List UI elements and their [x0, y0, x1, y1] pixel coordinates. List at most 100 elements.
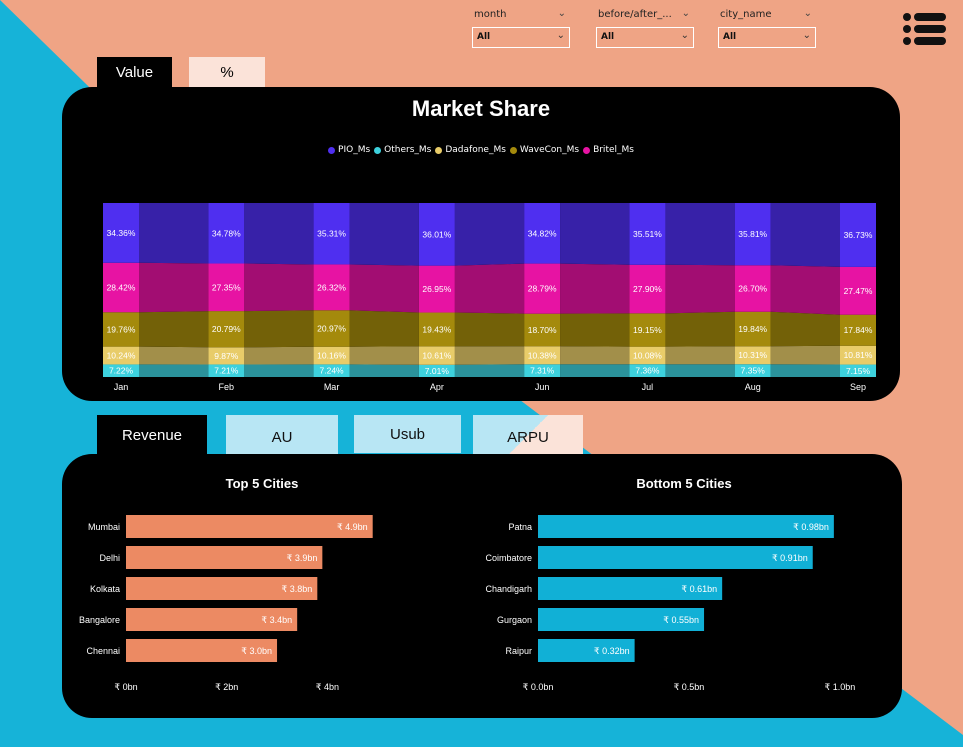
ribbon-wavecon_ms — [560, 313, 630, 347]
ribbon-pio_ms — [139, 203, 209, 264]
dropdown-value: All — [723, 32, 737, 42]
tab-au[interactable]: AU — [226, 415, 338, 455]
ribbon-britel_ms — [349, 264, 419, 313]
x-axis-label: Mar — [324, 382, 340, 392]
data-label: 7.35% — [741, 366, 766, 376]
market-share-area-chart: 7.22% 10.24% 19.76% 28.42% 34.36% Jan 7.21% 9.8… — [103, 203, 876, 392]
data-label: 26.70% — [738, 284, 767, 294]
ribbon-dadafone_ms — [770, 345, 840, 365]
ribbon-dadafone_ms — [560, 346, 630, 365]
dropdown-month[interactable]: All ⌄ — [472, 27, 570, 48]
x-axis-label: Sep — [850, 382, 866, 392]
ribbon-pio_ms — [560, 203, 630, 265]
data-label: 10.16% — [317, 351, 346, 361]
data-label: 9.87% — [214, 351, 239, 361]
data-label: 34.36% — [107, 228, 136, 238]
ribbon-others_ms — [665, 364, 735, 377]
ribbon-others_ms — [770, 364, 840, 377]
data-label: 18.70% — [528, 325, 557, 335]
ribbon-wavecon_ms — [454, 312, 525, 347]
ribbon-wavecon_ms — [244, 310, 314, 348]
ribbon-others_ms — [454, 364, 525, 377]
ribbon-pio_ms — [770, 203, 840, 267]
city-label: Coimbatore — [485, 553, 532, 563]
x-axis-label: Feb — [219, 382, 235, 392]
ribbon-dadafone_ms — [139, 346, 209, 365]
dropdown-value: All — [477, 32, 491, 42]
data-label: 35.31% — [317, 229, 346, 239]
data-label: 7.24% — [320, 366, 345, 376]
data-label: 27.47% — [844, 286, 873, 296]
x-tick-label: ₹ 2bn — [215, 682, 238, 692]
chevron-down-icon: ⌄ — [680, 30, 689, 41]
city-label: Chennai — [86, 646, 120, 656]
city-label: Raipur — [505, 646, 532, 656]
dropdown-before-after[interactable]: All ⌄ — [596, 27, 694, 48]
x-tick-label: ₹ 0bn — [114, 682, 137, 692]
bar-data-label: ₹ 3.0bn — [241, 646, 272, 656]
city-label: Mumbai — [88, 522, 120, 532]
slicer-label: month — [474, 9, 507, 20]
top-city-bar — [126, 515, 373, 538]
city-label: Gurgaon — [497, 615, 532, 625]
x-axis-label: Jul — [642, 382, 654, 392]
data-label: 7.15% — [846, 366, 871, 376]
data-label: 7.31% — [530, 366, 555, 376]
data-label: 7.21% — [214, 366, 239, 376]
chevron-down-icon: ⌄ — [557, 8, 566, 19]
ribbon-wavecon_ms — [770, 311, 840, 347]
ribbon-britel_ms — [665, 264, 735, 314]
ribbon-britel_ms — [244, 263, 314, 312]
bar-data-label: ₹ 3.8bn — [282, 584, 313, 594]
data-label: 35.51% — [633, 229, 662, 239]
data-label: 19.84% — [738, 324, 767, 334]
bar-data-label: ₹ 0.55bn — [663, 615, 699, 625]
data-label: 34.78% — [212, 228, 241, 238]
ribbon-britel_ms — [454, 263, 525, 314]
cities-bar-charts: ₹ 4.9bn Mumbai ₹ 3.9bn Delhi ₹ 3.8bn Kolkata ₹… — [79, 515, 855, 692]
data-label: 20.97% — [317, 323, 346, 333]
bar-data-label: ₹ 3.4bn — [261, 615, 292, 625]
ribbon-others_ms — [560, 364, 630, 377]
ribbon-britel_ms — [139, 262, 209, 313]
data-label: 10.31% — [738, 350, 767, 360]
ribbon-dadafone_ms — [244, 346, 314, 365]
tab-value[interactable]: Value — [97, 57, 172, 87]
tab-percent[interactable]: % — [189, 57, 265, 87]
dropdown-value: All — [601, 32, 615, 42]
ribbon-pio_ms — [665, 203, 735, 266]
bar-data-label: ₹ 0.98bn — [793, 522, 829, 532]
tab-revenue[interactable]: Revenue — [97, 415, 207, 455]
data-label: 17.84% — [844, 325, 873, 335]
ribbon-britel_ms — [770, 265, 840, 315]
bottom-city-bar — [538, 515, 834, 538]
city-label: Kolkata — [90, 584, 120, 594]
tab-usub[interactable]: Usub — [354, 415, 461, 453]
ribbon-dadafone_ms — [349, 346, 419, 365]
dropdown-city-name[interactable]: All ⌄ — [718, 27, 816, 48]
data-label: 10.24% — [107, 351, 136, 361]
chevron-down-icon: ⌄ — [681, 8, 690, 19]
x-axis-label: Jun — [535, 382, 550, 392]
x-axis-label: Jan — [114, 382, 129, 392]
data-label: 10.08% — [633, 350, 662, 360]
data-label: 7.36% — [635, 366, 660, 376]
data-label: 36.73% — [844, 230, 873, 240]
x-axis-label: Apr — [430, 382, 444, 392]
bar-data-label: ₹ 0.91bn — [772, 553, 808, 563]
ribbon-pio_ms — [349, 203, 419, 266]
ribbon-dadafone_ms — [454, 346, 525, 365]
data-label: 10.38% — [528, 350, 557, 360]
data-label: 19.15% — [633, 325, 662, 335]
x-axis-label: Aug — [745, 382, 761, 392]
x-tick-label: ₹ 0.0bn — [523, 682, 554, 692]
data-label: 26.32% — [317, 282, 346, 292]
tab-arpu[interactable]: ARPU — [473, 415, 583, 455]
ribbon-pio_ms — [244, 203, 314, 265]
chevron-down-icon: ⌄ — [556, 30, 565, 41]
hamburger-menu-icon[interactable] — [902, 11, 946, 47]
x-tick-label: ₹ 4bn — [316, 682, 339, 692]
ribbon-wavecon_ms — [139, 311, 209, 348]
bar-data-label: ₹ 3.9bn — [287, 553, 318, 563]
data-label: 19.76% — [107, 324, 136, 334]
